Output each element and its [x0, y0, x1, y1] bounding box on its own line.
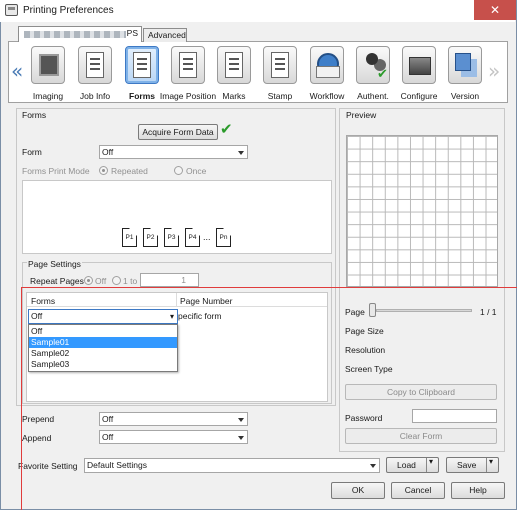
radio-repeated-label: Repeated: [111, 166, 148, 176]
favorite-setting-value: Default Settings: [87, 460, 148, 470]
chevron-down-icon: [238, 436, 244, 440]
page-illustration: P2: [143, 228, 158, 247]
save-button-label: Save: [457, 460, 477, 470]
table-cell-page-number: pecific form: [178, 311, 222, 321]
forms-icon: [125, 46, 159, 84]
toolbar-job-info[interactable]: Job Info: [73, 46, 117, 101]
acquire-form-data-button[interactable]: Acquire Form Data: [138, 124, 218, 140]
append-select-value: Off: [102, 432, 114, 442]
redacted-printer-name: [24, 31, 126, 38]
radio-repeated[interactable]: [99, 166, 108, 175]
form-select-value: Off: [102, 147, 114, 157]
page-label: Page: [345, 307, 365, 317]
prepend-label: Prepend: [22, 414, 55, 424]
copy-to-clipboard-button[interactable]: Copy to Clipboard: [345, 384, 497, 400]
forms-print-mode-label: Forms Print Mode: [22, 166, 90, 176]
chevron-down-icon: ▾: [169, 312, 174, 321]
prepend-select-value: Off: [102, 414, 114, 424]
annotation-line: [21, 287, 517, 288]
chevron-down-icon: [238, 151, 244, 155]
table-header: [27, 293, 327, 307]
job-info-icon: [78, 46, 112, 84]
toolbar-version-label: Version: [450, 91, 480, 101]
repeat-pages-label: Repeat Pages: [30, 276, 84, 286]
form-label: Form: [22, 147, 42, 157]
form-row-select-value: Off: [31, 311, 43, 321]
favorite-setting-label: Favorite Setting: [18, 461, 78, 471]
help-button[interactable]: Help: [451, 482, 505, 499]
version-icon: [448, 46, 482, 84]
page-count: 1 / 1: [480, 307, 497, 317]
scroll-left-icon[interactable]: «: [11, 59, 23, 83]
chevron-down-icon: [238, 418, 244, 422]
window-title: Printing Preferences: [23, 5, 114, 16]
marks-icon: [217, 46, 251, 84]
load-dropdown-icon[interactable]: ▾: [429, 457, 433, 466]
workflow-icon: [310, 46, 344, 84]
page-settings-title: Page Settings: [27, 259, 82, 269]
resolution-label: Resolution: [345, 345, 386, 355]
close-button[interactable]: ✕: [474, 0, 516, 20]
split-divider: [426, 458, 427, 472]
configure-icon: [402, 46, 436, 84]
preview-grid: [346, 135, 498, 287]
check-icon: ✔: [220, 120, 233, 138]
annotation-line: [21, 287, 22, 510]
dropdown-option[interactable]: Sample02: [29, 348, 177, 359]
chevron-down-icon: [370, 464, 376, 468]
favorite-setting-select[interactable]: Default Settings: [84, 458, 380, 473]
append-label: Append: [22, 433, 52, 443]
stamp-icon: [263, 46, 297, 84]
range-to-stepper[interactable]: 1: [140, 273, 199, 287]
load-button-label: Load: [397, 460, 416, 470]
tab-ps-label: PS: [126, 28, 138, 38]
split-divider: [486, 458, 487, 472]
save-dropdown-icon[interactable]: ▾: [489, 457, 493, 466]
imaging-icon: [31, 46, 65, 84]
page-illustration: P3: [164, 228, 179, 247]
authentication-icon: ✔: [356, 46, 390, 84]
radio-once-label: Once: [186, 166, 207, 176]
radio-repeat-off[interactable]: [84, 276, 93, 285]
printer-icon: [5, 4, 18, 16]
cancel-button[interactable]: Cancel: [391, 482, 445, 499]
column-forms[interactable]: Forms: [31, 296, 55, 306]
page-illustration: P4: [185, 228, 200, 247]
preview-title: Preview: [345, 110, 378, 120]
radio-repeat-range[interactable]: [112, 276, 121, 285]
password-label: Password: [345, 413, 383, 423]
dropdown-option[interactable]: Sample03: [29, 359, 177, 370]
ok-button[interactable]: OK: [331, 482, 385, 499]
toolbar-stamp[interactable]: Stamp: [258, 46, 302, 101]
forms-group-title: Forms: [21, 110, 48, 120]
image-position-icon: [171, 46, 205, 84]
scroll-right-icon[interactable]: »: [488, 59, 500, 83]
page-ellipsis: ...: [203, 232, 211, 242]
page-illustration: P1: [122, 228, 137, 247]
page-size-label: Page Size: [345, 326, 384, 336]
dropdown-option[interactable]: Off: [29, 326, 177, 337]
radio-repeat-off-label: Off: [95, 276, 107, 286]
page-slider-thumb[interactable]: [369, 303, 376, 317]
form-select[interactable]: Off: [99, 145, 248, 159]
toolbar-version[interactable]: Version: [443, 46, 487, 101]
page-slider-track: [376, 309, 472, 312]
tab-ps[interactable]: PS: [18, 26, 142, 42]
column-page-number[interactable]: Page Number: [180, 296, 232, 306]
append-select[interactable]: Off: [99, 430, 248, 444]
screen-type-label: Screen Type: [345, 364, 393, 374]
form-dropdown-list: Off Sample01 Sample02 Sample03: [28, 324, 178, 372]
prepend-select[interactable]: Off: [99, 412, 248, 426]
page-illustration: Pn: [216, 228, 231, 247]
tab-advanced[interactable]: Advanced: [143, 28, 187, 42]
toolbar-imaging[interactable]: Imaging: [26, 46, 70, 101]
column-divider: [176, 293, 177, 307]
form-row-select[interactable]: Off ▾: [28, 309, 178, 324]
range-from-label: 1 to: [123, 276, 138, 286]
clear-form-button[interactable]: Clear Form: [345, 428, 497, 444]
password-input[interactable]: [412, 409, 497, 423]
dropdown-option[interactable]: Sample01: [29, 337, 177, 348]
radio-once[interactable]: [174, 166, 183, 175]
